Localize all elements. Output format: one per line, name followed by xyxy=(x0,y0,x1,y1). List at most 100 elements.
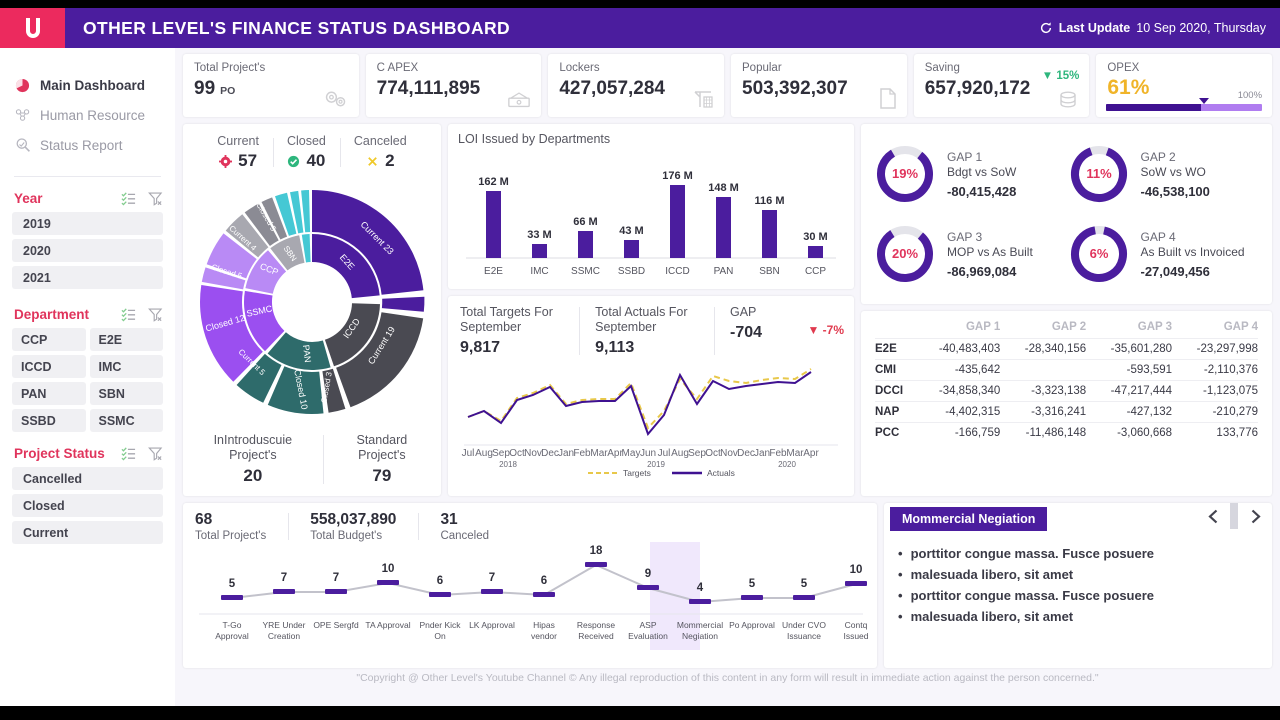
clear-filter-icon[interactable] xyxy=(148,307,163,322)
bar-category-label: CCP xyxy=(805,266,826,277)
cell: -3,316,241 xyxy=(1000,401,1087,423)
axis-tick: Aug xyxy=(475,448,493,459)
funnel-category-label: T-Go xyxy=(223,620,242,630)
table-row[interactable]: PCC -166,759 -11,486,148 -3,060,668 133,… xyxy=(875,422,1258,443)
kpi-card-popular[interactable]: Popular 503,392,307 xyxy=(731,54,907,117)
mid-row: Current 57 Closed 40 Canceled 2 Current … xyxy=(183,124,1272,496)
table-row[interactable]: DCCI -34,858,340 -3,323,138 -47,217,444 … xyxy=(875,380,1258,402)
targets-actuals-card: Total Targets For September 9,817 Total … xyxy=(448,296,854,496)
kpi-card-capex[interactable]: C APEX 774,111,895 xyxy=(365,54,542,117)
filter-chip-closed[interactable]: Closed xyxy=(12,494,163,517)
note-text: malesuada libero, sit amet xyxy=(910,609,1074,624)
right-column: 19% GAP 1 Bdgt vs SoW -80,415,428 11% GA… xyxy=(861,124,1272,496)
status-label: Closed xyxy=(286,134,326,148)
status-value: 40 xyxy=(306,151,326,170)
sidebar-item-main-dashboard[interactable]: Main Dashboard xyxy=(14,70,175,100)
funnel-summary: 68 Total Project's 558,037,890 Total Bud… xyxy=(195,511,867,542)
funnel-marker xyxy=(533,592,555,597)
footer-value: 20 xyxy=(243,466,263,485)
sidebar: Main Dashboard Human Resource Status Rep… xyxy=(0,48,176,706)
axis-tick: Nov xyxy=(524,448,542,459)
filter-chip-ccp[interactable]: CCP xyxy=(12,328,86,351)
sidebar-item-human-resource[interactable]: Human Resource xyxy=(14,100,175,130)
bottom-row: 68 Total Project's 558,037,890 Total Bud… xyxy=(183,503,1272,668)
gap-gauge-4[interactable]: 6% GAP 4 As Built vs Invoiced -27,049,45… xyxy=(1067,214,1261,294)
multi-select-icon[interactable] xyxy=(121,307,136,322)
funnel-value-label: 7 xyxy=(333,572,339,584)
loi-bar-chart[interactable]: 162 M E2E 33 M IMC 66 M SSMC 43 M SSBD 1… xyxy=(458,146,844,282)
multi-select-icon[interactable] xyxy=(121,191,136,206)
notes-next-button[interactable] xyxy=(1238,503,1272,529)
gap-name: GAP 3 xyxy=(947,229,983,244)
filter-chip-ssbd[interactable]: SSBD xyxy=(12,409,86,432)
filter-chip-2021[interactable]: 2021 xyxy=(12,266,163,289)
filter-chip-pan[interactable]: PAN xyxy=(12,382,86,405)
table-row[interactable]: CMI -435,642 -593,591 -2,110,376 xyxy=(875,359,1258,381)
funnel-category-label: Hipas xyxy=(533,620,555,630)
clear-filter-icon[interactable] xyxy=(148,191,163,206)
introduscuie-projects: InIntroduscuie Project's 20 xyxy=(183,433,323,486)
opex-progress-fill xyxy=(1106,104,1202,111)
summary-value: 68 xyxy=(195,511,213,528)
filter-chip-2020[interactable]: 2020 xyxy=(12,239,163,262)
filter-chip-e2e[interactable]: E2E xyxy=(89,328,163,351)
list-item: • malesuada libero, sit amet xyxy=(898,564,1272,585)
status-closed: Closed 40 xyxy=(272,134,340,171)
gap-value: -86,969,084 xyxy=(947,263,1017,279)
filter-chip-ssmc[interactable]: SSMC xyxy=(89,409,163,432)
cell: -40,483,403 xyxy=(914,338,1001,360)
footer-label: InIntroduscuie Project's xyxy=(213,433,293,462)
summary-label: Canceled xyxy=(440,530,490,542)
funnel-step-chart[interactable]: 5 7 7 10 6 7 6 18 9 4 5 5 10 T-GoApprova… xyxy=(195,542,869,650)
filter-chip-current[interactable]: Current xyxy=(12,521,163,544)
status-value: 57 xyxy=(238,151,258,170)
gap-gauge-1[interactable]: 19% GAP 1 Bdgt vs SoW -80,415,428 xyxy=(873,134,1067,214)
gap-gauge-3[interactable]: 20% GAP 3 MOP vs As Built -86,969,084 xyxy=(873,214,1067,294)
funnel-category-label: TA Approval xyxy=(365,620,410,630)
filter-chip-cancelled[interactable]: Cancelled xyxy=(12,467,163,490)
chevron-right-icon xyxy=(1251,509,1261,523)
kpi-unit: PO xyxy=(220,85,236,97)
list-item: • porttitor congue massa. Fusce posuere xyxy=(898,543,1272,564)
bar-category-label: E2E xyxy=(484,266,503,277)
axis-tick: Oct xyxy=(509,448,525,459)
sunburst-chart[interactable]: Current 23 Current 19 Closed 3 Closed 10… xyxy=(183,171,441,433)
funnel-category-label: ASP xyxy=(639,620,656,630)
notes-prev-button[interactable] xyxy=(1196,503,1230,529)
filter-chip-imc[interactable]: IMC xyxy=(89,355,163,378)
kpi-label: C APEX xyxy=(376,62,419,74)
clear-filter-icon[interactable] xyxy=(148,446,163,461)
kpi-label: OPEX xyxy=(1107,62,1140,74)
center-column: LOI Issued by Departments 162 M E2E 33 M… xyxy=(448,124,854,496)
kpi-card-saving[interactable]: Saving ▼ 15% 657,920,172 xyxy=(913,54,1090,117)
multi-select-icon[interactable] xyxy=(121,446,136,461)
table-row[interactable]: E2E -40,483,403 -28,340,156 -35,601,280 … xyxy=(875,338,1258,360)
sidebar-item-status-report[interactable]: Status Report xyxy=(14,130,175,160)
cell: -35,601,280 xyxy=(1086,338,1173,360)
funnel-category-label: Mommercial xyxy=(677,620,723,630)
bar-category-label: IMC xyxy=(530,266,548,277)
cell: -34,858,340 xyxy=(914,380,1001,402)
sidebar-item-label: Main Dashboard xyxy=(40,77,146,93)
table-header-row: GAP 1 GAP 2 GAP 3 GAP 4 xyxy=(875,321,1258,339)
axis-tick: Apr xyxy=(803,448,819,459)
targets-actuals-line-chart[interactable]: Jul Aug Sep Oct Nov Dec Jan Feb Mar Apr … xyxy=(460,359,844,478)
summary-value: 9,817 xyxy=(460,339,501,356)
cell xyxy=(1000,359,1087,381)
filter-chip-2019[interactable]: 2019 xyxy=(12,212,163,235)
kpi-delta-badge: ▼ 15% xyxy=(1041,70,1080,82)
projects-sunburst-card: Current 57 Closed 40 Canceled 2 Current … xyxy=(183,124,441,496)
summary-label: Total Project's xyxy=(195,530,267,542)
kpi-card-opex[interactable]: OPEX 61% 100% xyxy=(1096,54,1273,117)
filter-header-project-status: Project Status xyxy=(0,432,175,467)
kpi-card-lockers[interactable]: Lockers 427,057,284 xyxy=(548,54,725,117)
table-row[interactable]: NAP -4,402,315 -3,316,241 -427,132 -210,… xyxy=(875,401,1258,423)
axis-tick: Dec xyxy=(737,448,755,459)
bar-value-label: 30 M xyxy=(803,231,827,243)
filter-chip-sbn[interactable]: SBN xyxy=(89,382,163,405)
notes-scroll-track[interactable] xyxy=(1230,503,1238,529)
kpi-card-total-projects[interactable]: Total Project's 99 PO xyxy=(183,54,359,117)
gap-gauge-2[interactable]: 11% GAP 2 SoW vs WO -46,538,100 xyxy=(1067,134,1261,214)
list-item: • porttitor congue massa. Fusce posuere xyxy=(898,585,1272,606)
filter-chip-iccd[interactable]: ICCD xyxy=(12,355,86,378)
